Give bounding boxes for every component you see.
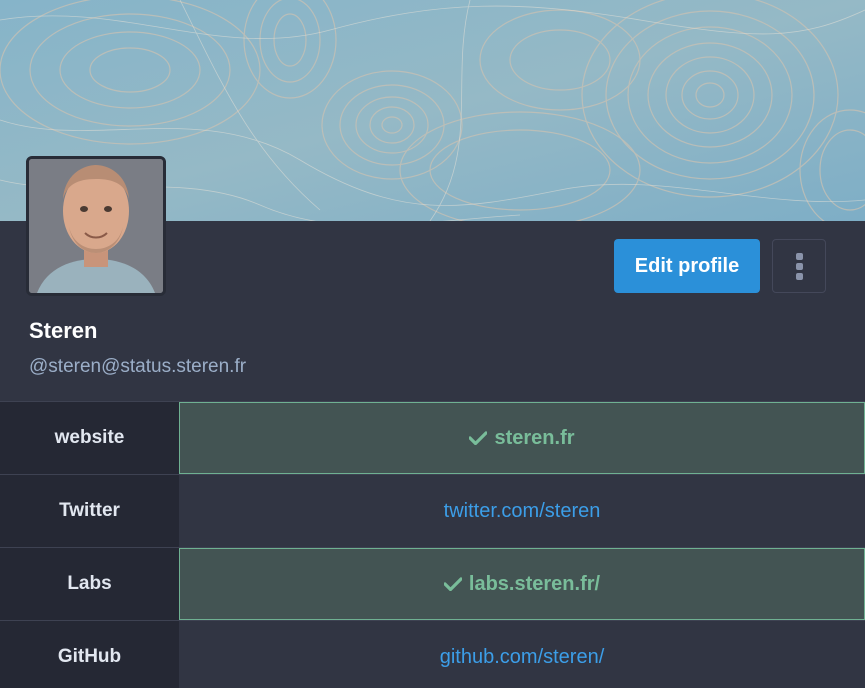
vertical-ellipsis-icon — [795, 252, 803, 260]
field-value-verified[interactable]: labs.steren.fr/ — [179, 548, 865, 620]
field-row: Twitter twitter.com/steren — [0, 474, 865, 547]
field-value[interactable]: github.com/steren/ — [179, 621, 865, 688]
more-options-button[interactable] — [772, 239, 826, 293]
display-name: Steren — [29, 318, 98, 343]
field-link[interactable]: twitter.com/steren — [444, 500, 601, 523]
check-icon — [443, 577, 462, 591]
check-icon — [469, 431, 488, 445]
field-value-verified[interactable]: steren.fr — [179, 402, 865, 474]
field-row: website steren.fr — [0, 401, 865, 474]
avatar[interactable] — [26, 156, 166, 296]
field-label: Twitter — [0, 475, 179, 547]
profile-fields: website steren.fr Twitter twitter.com/st… — [0, 401, 865, 688]
account-handle: @steren@status.steren.fr — [29, 356, 247, 377]
field-link[interactable]: github.com/steren/ — [440, 646, 605, 669]
field-link[interactable]: labs.steren.fr/ — [469, 573, 600, 596]
field-row: Labs labs.steren.fr/ — [0, 547, 865, 620]
field-link[interactable]: steren.fr — [494, 427, 574, 450]
field-label: GitHub — [0, 621, 179, 688]
field-row: GitHub github.com/steren/ — [0, 620, 865, 688]
account-header: Edit profile Steren @steren@status.stere… — [0, 0, 865, 688]
field-value[interactable]: twitter.com/steren — [179, 475, 865, 547]
field-label: website — [0, 402, 179, 474]
field-label: Labs — [0, 548, 179, 620]
edit-profile-button[interactable]: Edit profile — [614, 239, 760, 293]
